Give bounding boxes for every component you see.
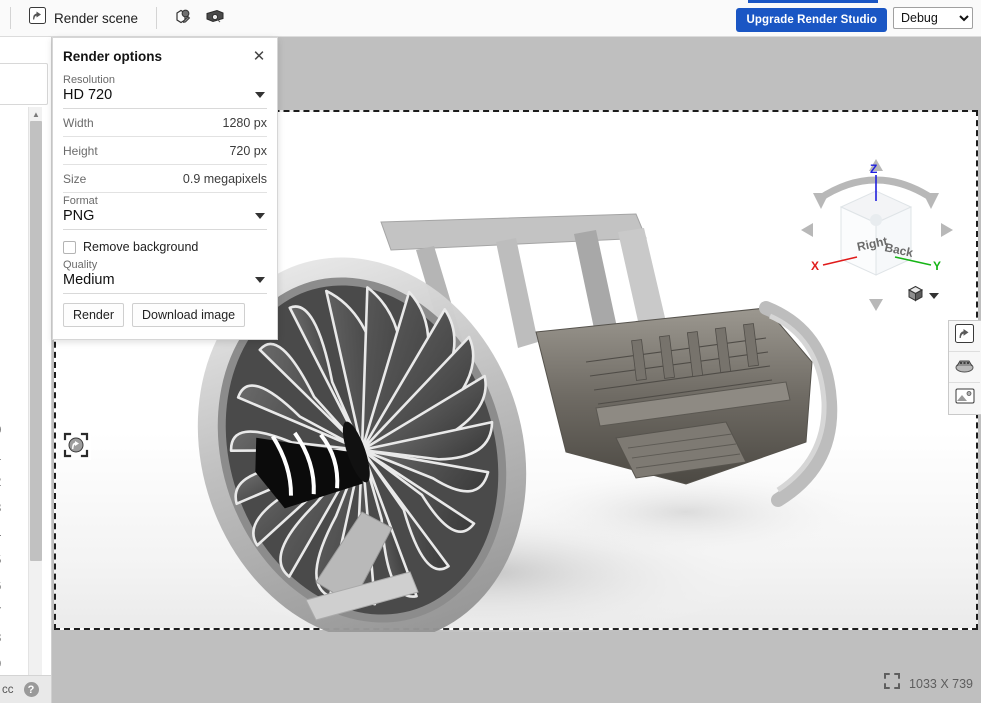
format-value: PNG — [63, 208, 95, 224]
help-question-icon[interactable]: ? — [23, 682, 39, 697]
materials-icon — [954, 355, 975, 379]
chevron-down-icon — [255, 277, 265, 283]
chevron-down-icon — [929, 293, 939, 299]
download-image-button[interactable]: Download image — [132, 303, 246, 327]
top-toolbar: Render scene Upgrade Render Studio Debug — [0, 0, 981, 37]
remove-background-checkbox[interactable] — [63, 240, 76, 254]
line-number: 4 — [0, 521, 14, 547]
resolution-label: Resolution — [63, 74, 115, 86]
line-number: 3 — [0, 495, 14, 521]
size-value: 0.9 megapixels — [182, 172, 267, 186]
width-label: Width — [63, 116, 94, 130]
left-footer-label: cc — [2, 683, 14, 696]
resolution-value: HD 720 — [63, 87, 113, 103]
render-options-body: Resolution HD 720 Width 1280 px Height 7… — [53, 74, 277, 327]
remove-background-label: Remove background — [83, 240, 199, 254]
render-options-header: Render options ✕ — [53, 38, 277, 72]
clipped-blue-banner — [748, 0, 878, 3]
camera-button[interactable] — [199, 4, 231, 32]
line-number: 9 — [0, 651, 14, 677]
height-row[interactable]: Height 720 px — [63, 137, 267, 165]
projection-mode-button[interactable] — [906, 284, 939, 308]
left-panel-scrollbar[interactable]: ▲ ▼ — [28, 107, 42, 701]
render-region-icon[interactable] — [61, 430, 91, 460]
size-row: Size 0.9 megapixels — [63, 165, 267, 193]
chevron-down-icon — [255, 213, 265, 219]
line-number: 6 — [0, 573, 14, 599]
render-tool-button[interactable] — [949, 321, 980, 352]
chevron-down-icon — [255, 92, 265, 98]
left-panel-footer: cc ? — [0, 675, 51, 703]
render-scene-button[interactable]: Render scene — [21, 3, 146, 33]
toolbar-divider-2 — [156, 7, 158, 29]
camera-perspective-icon — [204, 6, 226, 31]
resolution-select[interactable]: HD 720 — [63, 86, 267, 109]
axis-label-z: Z — [870, 162, 877, 176]
width-value: 1280 px — [222, 116, 267, 130]
line-number: 5 — [0, 547, 14, 573]
projection-cube-icon — [906, 284, 925, 308]
format-select[interactable]: PNG — [63, 207, 267, 230]
viewport-dimensions-label: 1033 X 739 — [909, 676, 973, 691]
quality-label: Quality — [63, 259, 98, 271]
line-number: 2 — [0, 469, 14, 495]
render-button[interactable]: Render — [63, 303, 124, 327]
debug-mode-select[interactable]: Debug — [893, 7, 973, 29]
close-icon[interactable]: ✕ — [250, 47, 268, 65]
remove-background-row[interactable]: Remove background — [63, 230, 267, 257]
height-label: Height — [63, 144, 98, 158]
rotate-down-arrow-icon — [869, 299, 883, 311]
viewport-status-bar: 1033 X 739 — [883, 672, 973, 695]
axis-label-x: X — [811, 259, 819, 273]
width-row[interactable]: Width 1280 px — [63, 109, 267, 137]
image-export-icon — [955, 387, 975, 410]
render-scene-label: Render scene — [54, 10, 139, 26]
materials-tool-button[interactable] — [949, 352, 980, 383]
engine-core-cutaway — [535, 307, 813, 485]
line-number: 1 — [0, 443, 14, 469]
appearance-button[interactable] — [167, 4, 199, 32]
quality-select[interactable]: Medium — [63, 271, 267, 294]
left-line-numbers: 0 1 2 3 4 5 6 7 8 9 — [0, 417, 14, 677]
left-clipped-input[interactable] — [0, 63, 48, 105]
viewport-right-toolbar — [948, 320, 981, 415]
size-label: Size — [63, 172, 87, 186]
rotate-left-arrow-icon — [813, 193, 829, 209]
line-number: 8 — [0, 625, 14, 651]
left-sidebar-panel: 0 1 2 3 4 5 6 7 8 9 ▲ ▼ cc ? — [0, 37, 52, 703]
viewport-bottom-bar — [52, 632, 981, 703]
app-root: Render scene Upgrade Render Studio Debug… — [0, 0, 981, 703]
render-options-title: Render options — [63, 48, 163, 64]
line-number: 7 — [0, 599, 14, 625]
upgrade-render-studio-button[interactable]: Upgrade Render Studio — [736, 8, 887, 32]
format-label: Format — [63, 195, 98, 207]
render-scene-icon — [955, 324, 974, 348]
fullscreen-expand-icon[interactable] — [883, 672, 901, 695]
appearance-paint-icon — [173, 6, 193, 31]
scroll-up-arrow-icon[interactable]: ▲ — [29, 107, 43, 121]
scrollbar-thumb[interactable] — [30, 121, 42, 561]
rotate-right-arrow-icon — [923, 193, 939, 209]
quality-value: Medium — [63, 272, 115, 288]
toolbar-divider — [10, 7, 11, 29]
render-scene-icon — [29, 7, 46, 29]
render-options-actions: Render Download image — [63, 294, 267, 327]
render-options-panel: Render options ✕ Resolution HD 720 Width… — [52, 37, 278, 340]
image-export-tool-button[interactable] — [949, 383, 980, 414]
axis-label-y: Y — [933, 259, 941, 273]
line-number: 0 — [0, 417, 14, 443]
height-value: 720 px — [229, 144, 267, 158]
